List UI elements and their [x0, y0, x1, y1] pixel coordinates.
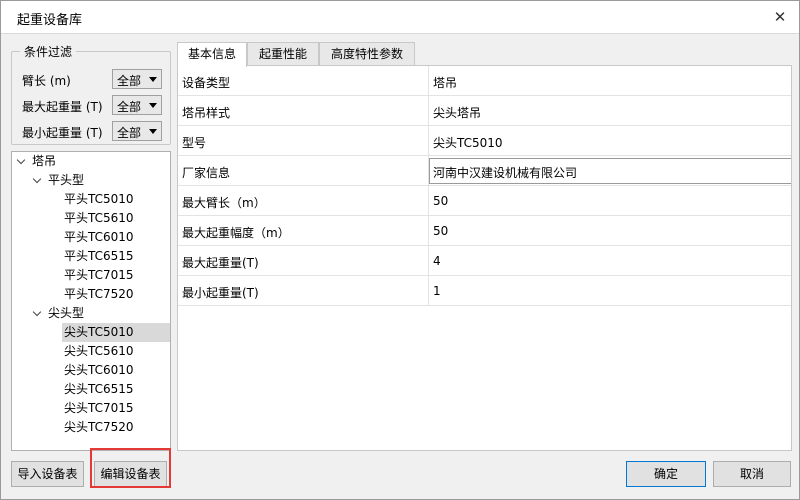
tab-basic-info[interactable]: 基本信息: [177, 42, 247, 67]
tree-node-label: 平头TC6010: [64, 230, 134, 244]
property-key: 最大臂长（m）: [182, 196, 266, 210]
property-key: 最大起重幅度（m）: [182, 226, 290, 240]
tree-node-label: 尖头TC5010: [62, 323, 170, 342]
tree-leaf-node[interactable]: 尖头TC7015: [12, 399, 170, 418]
tree-leaf-node[interactable]: 尖头TC6515: [12, 380, 170, 399]
property-key: 厂家信息: [182, 166, 231, 180]
property-value[interactable]: 尖头TC5010: [433, 134, 503, 151]
tree-node-label: 尖头TC7520: [64, 420, 134, 434]
property-key: 最小起重量(T): [182, 286, 259, 300]
filter-row-arm-length: 臂长 (m) 全部: [12, 69, 172, 91]
chevron-down-icon[interactable]: [32, 307, 42, 317]
tab-lifting-performance[interactable]: 起重性能: [247, 42, 319, 66]
property-value: 河南中汉建设机械有限公司: [433, 166, 578, 180]
tree-node-label: 平头TC6515: [64, 249, 134, 263]
tree-leaf-node[interactable]: 平头TC7520: [12, 285, 170, 304]
chevron-down-icon[interactable]: [32, 174, 42, 184]
cancel-button[interactable]: 取消: [713, 461, 791, 487]
property-value[interactable]: 50: [433, 224, 448, 238]
property-row: 塔吊样式 尖头塔吊: [178, 96, 791, 126]
tree-root-node[interactable]: 塔吊: [12, 152, 170, 171]
equipment-tree: 塔吊 平头型 平头TC5010 平头TC5610 平头TC6010 平头TC65…: [11, 151, 171, 451]
property-grid: 设备类型 塔吊 塔吊样式 尖头塔吊 型号 尖头TC5010 厂家信息 河南中汉建…: [177, 65, 792, 451]
edit-table-button[interactable]: 编辑设备表: [94, 461, 167, 487]
tree-leaf-node-selected[interactable]: 尖头TC5010: [12, 323, 170, 342]
property-row: 最大臂长（m） 50: [178, 186, 791, 216]
chevron-down-icon: [149, 129, 157, 134]
chevron-down-icon: [149, 77, 157, 82]
tree-node-label: 尖头TC7015: [64, 401, 134, 415]
filter-label: 最大起重量 (T): [22, 100, 103, 114]
filter-legend: 条件过滤: [20, 43, 77, 60]
property-key: 型号: [182, 136, 207, 150]
tree-node-label: 尖头TC5610: [64, 344, 134, 358]
filter-row-min-load: 最小起重量 (T) 全部: [12, 121, 172, 143]
min-load-select[interactable]: 全部: [112, 121, 162, 141]
tree-node-label: 尖头型: [48, 306, 85, 320]
chevron-down-icon[interactable]: [16, 155, 26, 165]
tree-leaf-node[interactable]: 尖头TC7520: [12, 418, 170, 437]
tree-leaf-node[interactable]: 平头TC6010: [12, 228, 170, 247]
title-bar: 起重设备库 ✕: [1, 1, 799, 34]
tree-node-label: 平头TC5610: [64, 211, 134, 225]
tree-node-label: 塔吊: [32, 154, 57, 168]
dialog-window: 起重设备库 ✕ 条件过滤 臂长 (m) 全部 最大起重量 (T) 全部 最小起重…: [0, 0, 800, 500]
tree-leaf-node[interactable]: 尖头TC5610: [12, 342, 170, 361]
manufacturer-input[interactable]: 河南中汉建设机械有限公司: [429, 158, 791, 184]
filter-label: 臂长 (m): [22, 74, 71, 88]
tree-node-label: 平头型: [48, 173, 85, 187]
property-value[interactable]: 4: [433, 254, 441, 268]
filter-group: 条件过滤 臂长 (m) 全部 最大起重量 (T) 全部 最小起重量 (T) 全部: [11, 43, 172, 145]
filter-label: 最小起重量 (T): [22, 126, 103, 140]
tree-node-label: 平头TC7015: [64, 268, 134, 282]
tree-group-node[interactable]: 平头型: [12, 171, 170, 190]
tree-leaf-node[interactable]: 平头TC6515: [12, 247, 170, 266]
property-row: 最大起重幅度（m） 50: [178, 216, 791, 246]
select-value: 全部: [117, 126, 142, 140]
property-row: 厂家信息 河南中汉建设机械有限公司: [178, 156, 791, 186]
arm-length-select[interactable]: 全部: [112, 69, 162, 89]
property-value[interactable]: 尖头塔吊: [433, 104, 481, 121]
tree-node-label: 尖头TC6515: [64, 382, 134, 396]
property-row: 型号 尖头TC5010: [178, 126, 791, 156]
tree-leaf-node[interactable]: 平头TC7015: [12, 266, 170, 285]
tab-height-params[interactable]: 高度特性参数: [319, 42, 415, 66]
max-load-select[interactable]: 全部: [112, 95, 162, 115]
tree-leaf-node[interactable]: 平头TC5610: [12, 209, 170, 228]
property-key: 塔吊样式: [182, 106, 231, 120]
ok-button[interactable]: 确定: [626, 461, 706, 487]
tree-leaf-node[interactable]: 平头TC5010: [12, 190, 170, 209]
property-row: 最大起重量(T) 4: [178, 246, 791, 276]
tree-node-label: 平头TC7520: [64, 287, 134, 301]
import-table-button[interactable]: 导入设备表: [11, 461, 84, 487]
property-row: 最小起重量(T) 1: [178, 276, 791, 306]
select-value: 全部: [117, 74, 142, 88]
property-value[interactable]: 塔吊: [433, 74, 457, 91]
tree-node-label: 平头TC5010: [64, 192, 134, 206]
property-key: 设备类型: [182, 76, 231, 90]
select-value: 全部: [117, 100, 142, 114]
tree-node-label: 尖头TC6010: [64, 363, 134, 377]
tree-group-node[interactable]: 尖头型: [12, 304, 170, 323]
property-value[interactable]: 50: [433, 194, 448, 208]
close-icon[interactable]: ✕: [767, 5, 793, 29]
property-row: 设备类型 塔吊: [178, 66, 791, 96]
chevron-down-icon: [149, 103, 157, 108]
dialog-title: 起重设备库: [17, 13, 83, 28]
property-value[interactable]: 1: [433, 284, 441, 298]
filter-row-max-load: 最大起重量 (T) 全部: [12, 95, 172, 117]
tree-leaf-node[interactable]: 尖头TC6010: [12, 361, 170, 380]
property-key: 最大起重量(T): [182, 256, 259, 270]
